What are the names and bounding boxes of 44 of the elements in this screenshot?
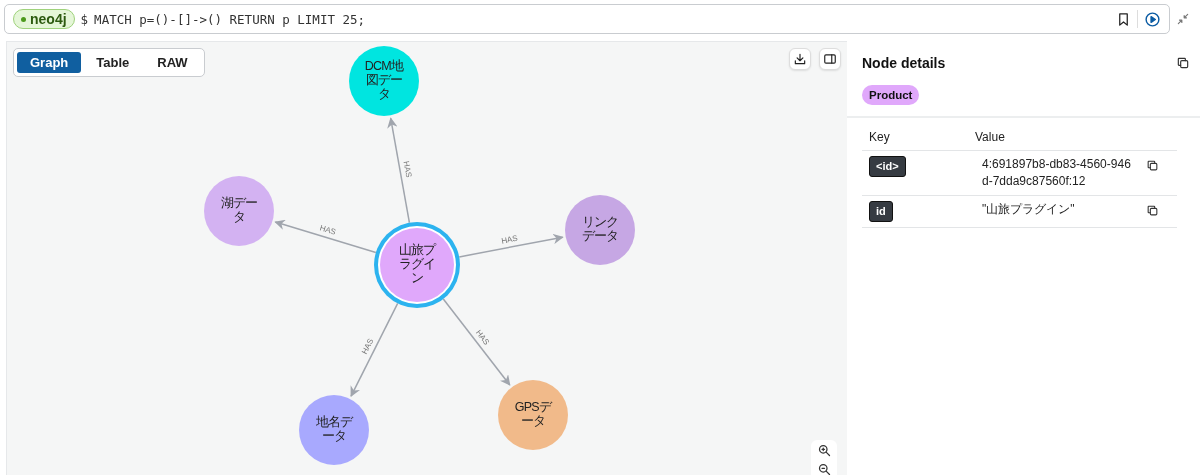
copy-icon (1146, 159, 1159, 172)
column-header: Key (862, 126, 968, 151)
relationship-label: HAS (401, 160, 414, 179)
query-text: MATCH p=()-[]->() RETURN p LIMIT 25; (94, 11, 366, 27)
relationship-label: HAS (359, 337, 376, 356)
database-badge: neo4j (13, 9, 75, 29)
zoom-in-button[interactable] (816, 443, 832, 458)
graph-node[interactable]: 地名データ (299, 395, 369, 465)
query-prompt: $ (80, 11, 89, 27)
copy-button[interactable] (1176, 56, 1190, 70)
property-value: 4:691897b8-db83-4560-946d-7dda9c87560f:12 (968, 150, 1139, 196)
graph-node[interactable]: DCM地図データ (349, 46, 419, 116)
bookmark-icon (1116, 11, 1131, 27)
property-key: id (869, 201, 893, 222)
panel-title: Node details (862, 55, 946, 71)
panel-toggle-button[interactable] (819, 48, 841, 70)
collapse-arrows-icon (1176, 12, 1190, 26)
copy-icon (1146, 204, 1159, 217)
view-tab[interactable]: RAW (144, 52, 201, 73)
run-button[interactable] (1144, 10, 1161, 28)
side-panel-icon (823, 52, 837, 66)
play-icon (1144, 10, 1161, 28)
copy-icon (1176, 56, 1190, 70)
relationship-label: HAS (500, 233, 519, 246)
zoom-in-icon (816, 443, 832, 458)
query-editor[interactable]: neo4j $ MATCH p=()-[]->() RETURN p LIMIT 25; (4, 4, 1170, 34)
view-tab[interactable]: Table (83, 52, 143, 73)
zoom-out-icon (816, 462, 832, 475)
bookmark-button[interactable] (1116, 11, 1131, 27)
zoom-out-button[interactable] (816, 462, 832, 475)
download-icon (793, 52, 807, 66)
copy-button[interactable] (1146, 159, 1159, 172)
property-key: <id> (869, 156, 906, 177)
download-button[interactable] (789, 48, 811, 70)
view-tab[interactable]: Graph (17, 52, 82, 73)
copy-button[interactable] (1146, 204, 1159, 217)
column-header: Value (968, 126, 1139, 151)
property-value: "山旅プラグイン" (968, 195, 1139, 228)
graph-node[interactable]: GPSデータ (498, 380, 568, 450)
graph-node[interactable]: 湖データ (204, 176, 274, 246)
collapse-button[interactable] (1176, 12, 1190, 26)
relationship-label: HAS (318, 223, 337, 237)
graph-node[interactable]: リンクデータ (565, 195, 635, 265)
label-chip[interactable]: Product (862, 85, 920, 105)
